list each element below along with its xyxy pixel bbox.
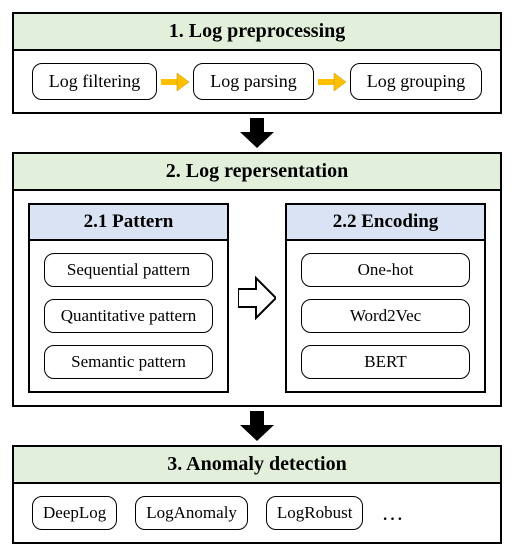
stage-preprocessing: 1. Log preprocessing Log filtering Log p… — [12, 12, 502, 114]
arrow-down-icon — [12, 411, 502, 441]
subbox-pattern: 2.1 Pattern Sequential pattern Quantitat… — [28, 203, 229, 393]
preprocessing-steps-row: Log filtering Log parsing Log grouping — [28, 63, 486, 100]
subhead-encoding: 2.2 Encoding — [287, 205, 484, 241]
stage-representation: 2. Log repersentation 2.1 Pattern Sequen… — [12, 152, 502, 407]
stage-body: DeepLog LogAnomaly LogRobust … — [14, 484, 500, 542]
step-log-filtering: Log filtering — [32, 63, 157, 100]
stage-header: 3. Anomaly detection — [14, 447, 500, 484]
step-log-grouping: Log grouping — [350, 63, 483, 100]
arrow-right-icon — [161, 73, 189, 91]
encoding-onehot: One-hot — [301, 253, 470, 287]
arrow-right-icon — [318, 73, 346, 91]
stage-body: Log filtering Log parsing Log grouping — [14, 51, 500, 112]
pattern-quantitative: Quantitative pattern — [44, 299, 213, 333]
arrow-down-icon — [12, 118, 502, 148]
representation-columns: 2.1 Pattern Sequential pattern Quantitat… — [28, 203, 486, 393]
step-log-parsing: Log parsing — [193, 63, 313, 100]
encoding-bert: BERT — [301, 345, 470, 379]
pattern-semantic: Semantic pattern — [44, 345, 213, 379]
pattern-sequential: Sequential pattern — [44, 253, 213, 287]
stage-body: 2.1 Pattern Sequential pattern Quantitat… — [14, 191, 500, 405]
method-deeplog: DeepLog — [32, 496, 117, 530]
stage-header: 1. Log preprocessing — [14, 14, 500, 51]
subbox-encoding: 2.2 Encoding One-hot Word2Vec BERT — [285, 203, 486, 393]
anomaly-methods-row: DeepLog LogAnomaly LogRobust … — [28, 494, 486, 532]
stage-anomaly-detection: 3. Anomaly detection DeepLog LogAnomaly … — [12, 445, 502, 544]
ellipsis: … — [381, 500, 405, 526]
stage-header: 2. Log repersentation — [14, 154, 500, 191]
encoding-word2vec: Word2Vec — [301, 299, 470, 333]
method-loganomaly: LogAnomaly — [135, 496, 248, 530]
arrow-right-outline-icon — [237, 203, 277, 393]
subbody-pattern: Sequential pattern Quantitative pattern … — [30, 241, 227, 391]
subhead-pattern: 2.1 Pattern — [30, 205, 227, 241]
subbody-encoding: One-hot Word2Vec BERT — [287, 241, 484, 391]
method-logrobust: LogRobust — [266, 496, 364, 530]
